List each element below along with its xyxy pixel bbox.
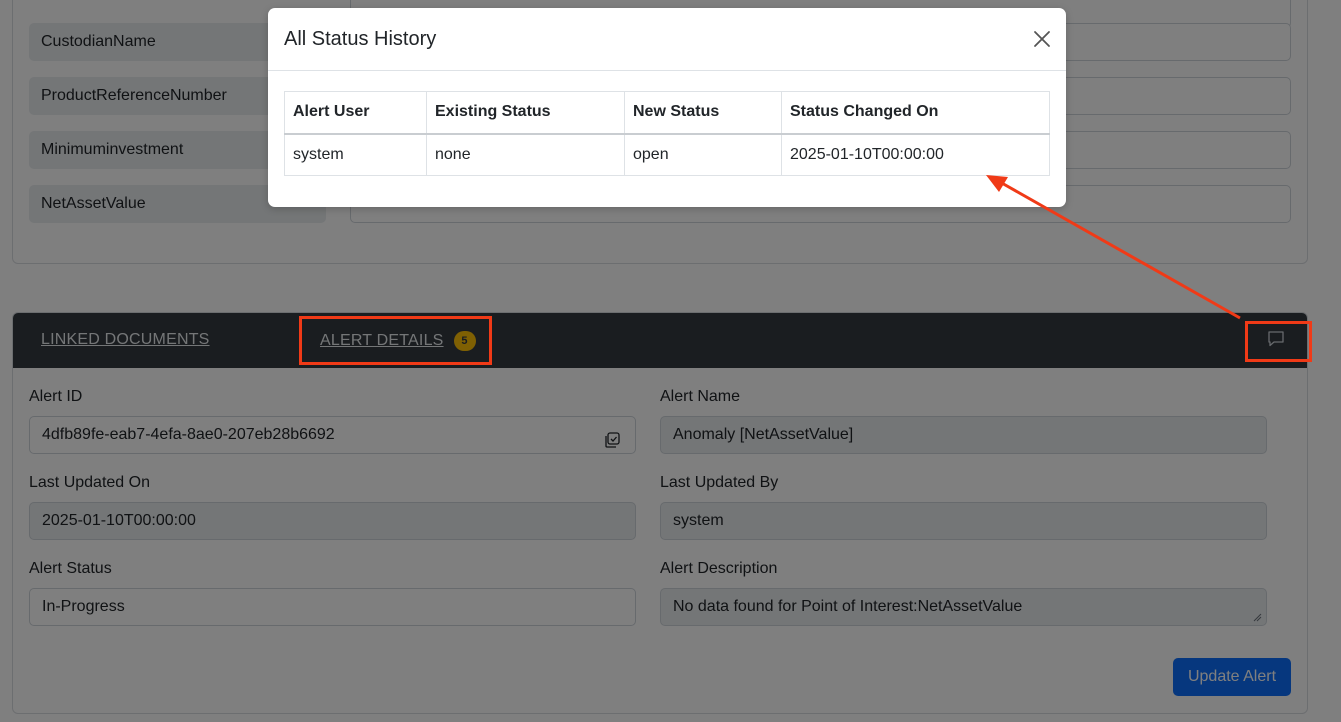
column-header-alert-user: Alert User [284,91,427,135]
status-history-modal: All Status History Alert User Existing S… [268,8,1066,207]
annotation-highlight-comment-icon [1245,321,1312,362]
column-header-new-status: New Status [624,91,782,135]
cell-status-changed-on: 2025-01-10T00:00:00 [781,133,1050,176]
column-header-existing-status: Existing Status [426,91,625,135]
status-history-table: Alert User Existing Status New Status St… [284,91,1050,176]
modal-header: All Status History [268,8,1066,71]
annotation-highlight-alert-details [299,316,492,365]
cell-new-status: open [624,133,782,176]
table-header-row: Alert User Existing Status New Status St… [284,91,1050,135]
cell-existing-status: none [426,133,625,176]
column-header-status-changed-on: Status Changed On [781,91,1050,135]
table-row: system none open 2025-01-10T00:00:00 [284,133,1050,176]
cell-alert-user: system [284,133,427,176]
modal-title: All Status History [284,28,437,50]
close-icon[interactable] [1032,29,1052,49]
